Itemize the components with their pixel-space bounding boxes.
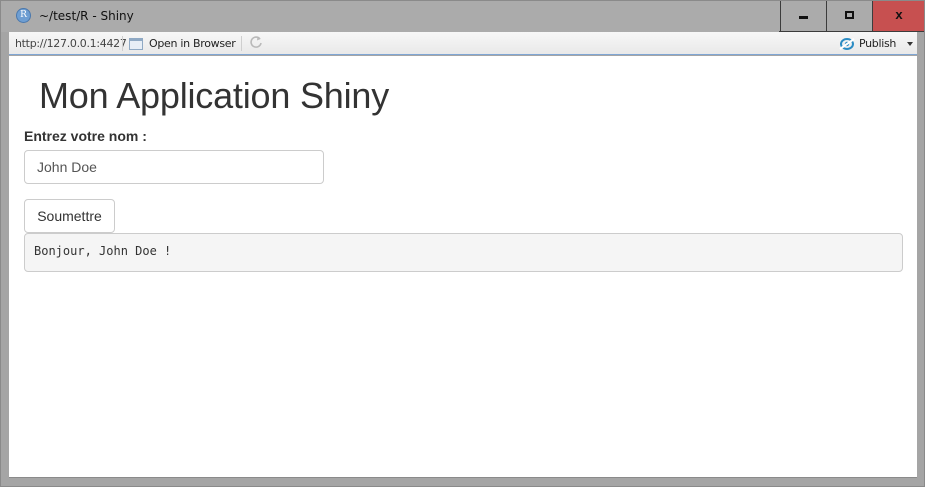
open-in-browser-button[interactable]: Open in Browser [129,35,236,52]
open-in-browser-label: Open in Browser [149,37,236,50]
page-title: Mon Application Shiny [39,75,390,116]
browser-window-icon [129,37,143,50]
shiny-app-viewport: Mon Application Shiny Entrez votre nom :… [9,56,917,478]
name-label: Entrez votre nom : [24,128,147,144]
publish-label: Publish [859,37,897,50]
publish-icon [839,37,855,50]
window-title: ~/test/R - Shiny [39,9,134,23]
toolbar-separator [241,36,242,51]
close-icon: x [895,7,903,22]
minimize-button[interactable] [780,1,826,31]
chevron-down-icon[interactable] [907,41,914,46]
refresh-button[interactable] [248,35,264,51]
submit-button[interactable]: Soumettre [24,199,115,233]
url-display: http://127.0.0.1:4427 [15,37,127,50]
close-button[interactable]: x [872,1,924,31]
minimize-icon [799,16,808,19]
greeting-output: Bonjour, John Doe ! [24,233,903,272]
rstudio-viewer-window: R ~/test/R - Shiny x http://127.0.0.1:44… [0,0,925,487]
maximize-icon [845,11,854,19]
r-logo-icon: R [16,8,31,23]
name-input[interactable] [24,150,324,184]
title-bar[interactable]: R ~/test/R - Shiny x [1,1,924,32]
publish-button[interactable]: Publish [839,35,914,52]
maximize-button[interactable] [826,1,872,31]
toolbar-separator [122,36,123,51]
refresh-icon [250,36,262,48]
viewer-toolbar: http://127.0.0.1:4427 Open in Browser Pu… [9,32,917,55]
